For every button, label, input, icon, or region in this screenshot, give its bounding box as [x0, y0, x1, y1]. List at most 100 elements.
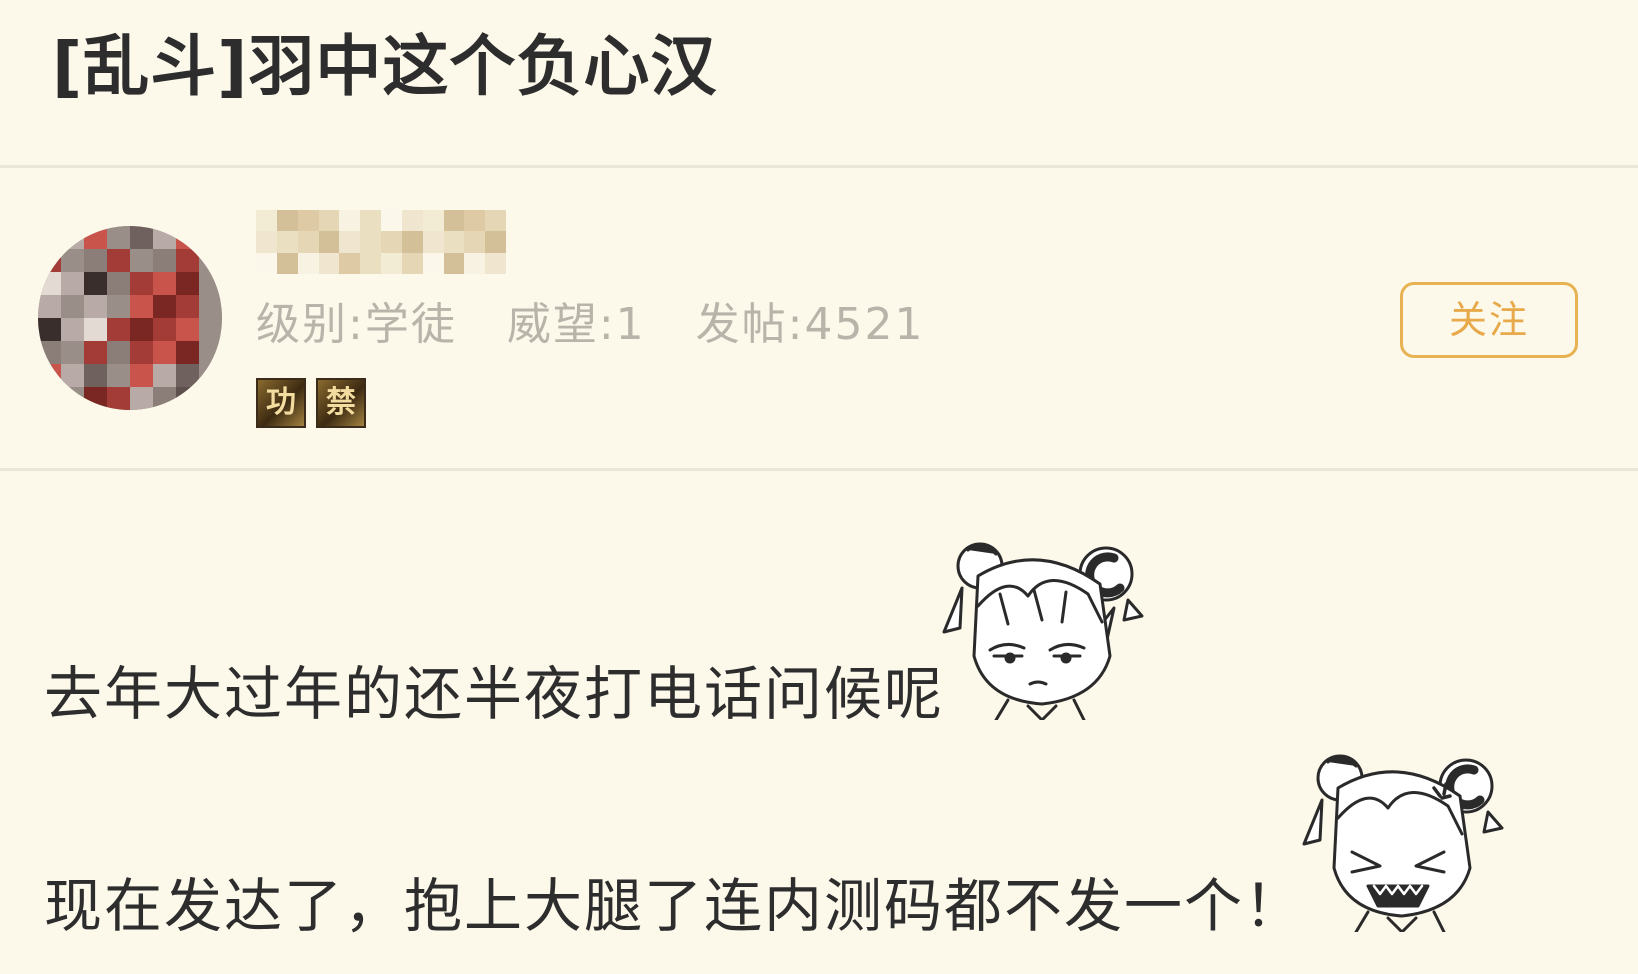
avatar-pixel: [130, 295, 153, 318]
username-pixel: [339, 252, 361, 274]
avatar-pixel: [84, 226, 107, 249]
username-pixel: [464, 231, 486, 253]
username-pixel: [464, 210, 486, 232]
follow-button[interactable]: 关注: [1400, 282, 1578, 358]
username-pixel: [381, 210, 402, 232]
username-pixel: [318, 231, 340, 253]
avatar-pixel: [130, 272, 153, 295]
username-pixel: [464, 252, 486, 274]
username-pixel: [339, 231, 361, 253]
avatar-pixel: [38, 295, 61, 318]
username-pixel: [256, 210, 277, 232]
avatar-pixel: [38, 387, 61, 410]
avatar-pixel: [199, 318, 222, 341]
avatar-pixel: [84, 364, 107, 387]
avatar-pixel: [38, 226, 61, 249]
avatar-pixel: [199, 387, 222, 410]
avatar-pixel: [199, 341, 222, 364]
avatar-pixel: [176, 364, 199, 387]
avatar-pixel: [61, 272, 84, 295]
username-pixel: [443, 252, 465, 274]
username-pixel: [276, 231, 298, 253]
avatar-pixel: [199, 272, 222, 295]
avatar-pixel: [107, 295, 130, 318]
avatar-pixel: [38, 318, 61, 341]
username-pixel: [360, 252, 381, 274]
post-body-line: 现在发达了，抱上大腿了连内测码都不发一个！: [44, 872, 1305, 940]
username-pixel: [339, 210, 361, 232]
avatar-pixel: [107, 226, 130, 249]
author-post-count: 发帖:4521: [695, 299, 925, 350]
avatar-pixel: [153, 249, 176, 272]
avatar-pixel: [107, 341, 130, 364]
avatar-pixel: [107, 387, 130, 410]
avatar-pixel: [199, 249, 222, 272]
avatar-pixel: [130, 341, 153, 364]
avatar-pixel: [107, 318, 130, 341]
avatar-pixel: [153, 341, 176, 364]
avatar-pixel: [153, 295, 176, 318]
username-pixel: [276, 252, 298, 274]
avatar-pixel: [61, 226, 84, 249]
avatar-pixel: [176, 272, 199, 295]
avatar-pixel: [176, 341, 199, 364]
avatar-pixel: [107, 364, 130, 387]
username-pixel: [360, 210, 381, 232]
username-pixel: [443, 210, 465, 232]
avatar-pixel: [84, 249, 107, 272]
divider: [0, 165, 1638, 168]
username-pixel: [318, 210, 340, 232]
author-badges: 功 禁: [256, 378, 366, 428]
smug-girl-sticker-icon: [942, 542, 1144, 720]
avatar-pixel: [107, 249, 130, 272]
avatar-pixel: [61, 364, 84, 387]
avatar-pixel: [199, 295, 222, 318]
username-pixel: [401, 231, 423, 253]
avatar-pixel: [84, 318, 107, 341]
avatar-pixel: [107, 272, 130, 295]
post-page: [乱斗]羽中这个负心汉 级别:学徒 威望:1 发帖:4521 功 禁 关注 去年…: [0, 0, 1638, 974]
avatar-pixel: [61, 387, 84, 410]
username-pixel: [256, 252, 277, 274]
avatar-pixel: [176, 295, 199, 318]
avatar-pixel: [153, 364, 176, 387]
username-pixel: [256, 231, 277, 253]
username-pixel: [297, 252, 319, 274]
username-pixel: [401, 252, 423, 274]
username-pixel: [485, 252, 506, 274]
avatar-pixel: [153, 226, 176, 249]
username-blurred[interactable]: [256, 210, 506, 274]
avatar-pixel: [176, 318, 199, 341]
avatar-pixel: [199, 226, 222, 249]
username-pixel: [422, 231, 444, 253]
avatar-pixel: [84, 341, 107, 364]
username-pixel: [381, 231, 402, 253]
avatar-pixel: [38, 364, 61, 387]
avatar-pixel: [84, 295, 107, 318]
avatar-pixel: [176, 387, 199, 410]
author-level: 级别:学徒: [256, 299, 457, 350]
avatar-pixel: [130, 318, 153, 341]
avatar-pixel: [61, 341, 84, 364]
username-pixel: [360, 231, 381, 253]
username-pixel: [276, 210, 298, 232]
avatar-pixel: [199, 364, 222, 387]
avatar-pixel: [176, 226, 199, 249]
author-meta: 级别:学徒 威望:1 发帖:4521: [256, 292, 958, 358]
username-pixel: [318, 252, 340, 274]
avatar-pixel: [61, 318, 84, 341]
avatar-pixel: [84, 272, 107, 295]
avatar-pixel: [61, 249, 84, 272]
avatar-pixel: [176, 249, 199, 272]
avatar-pixel: [153, 387, 176, 410]
avatar-pixel: [61, 295, 84, 318]
avatar-pixel: [130, 387, 153, 410]
post-title: [乱斗]羽中这个负心汉: [52, 28, 718, 105]
avatar[interactable]: [38, 226, 222, 410]
avatar-pixel: [130, 226, 153, 249]
avatar-pixel: [130, 364, 153, 387]
avatar-pixel: [84, 387, 107, 410]
username-pixel: [422, 210, 444, 232]
username-pixel: [422, 252, 444, 274]
medal-badge-icon: 功: [256, 378, 306, 428]
